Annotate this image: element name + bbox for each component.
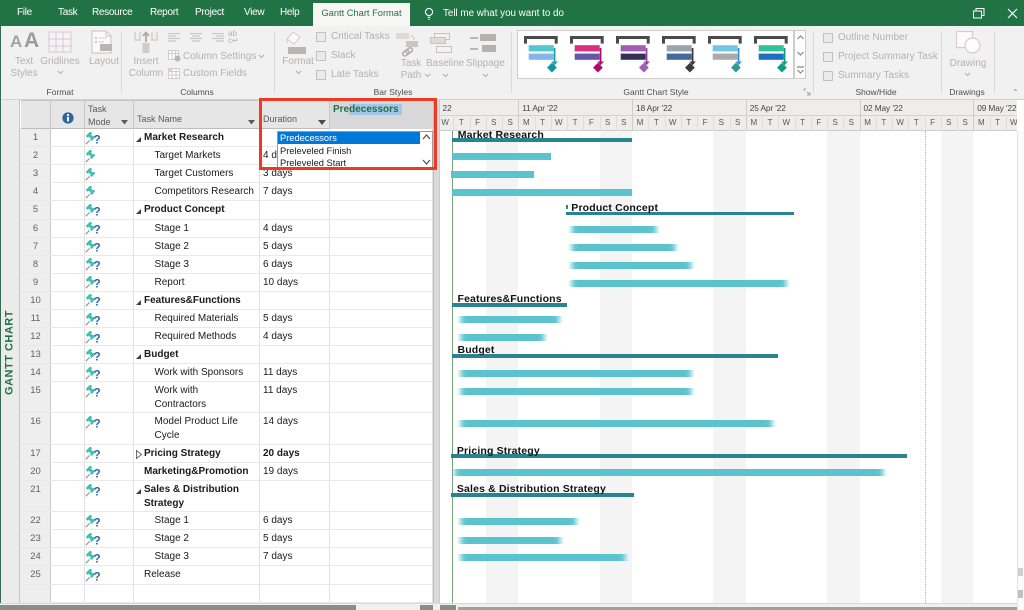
svg-text:?: ? <box>94 225 100 235</box>
svg-text:?: ? <box>94 261 100 271</box>
svg-text:?: ? <box>94 450 100 460</box>
svg-text:?: ? <box>94 571 100 581</box>
svg-text:?: ? <box>94 468 100 478</box>
svg-text:?: ? <box>94 553 100 563</box>
svg-text:?: ? <box>94 369 100 379</box>
svg-text:?: ? <box>94 333 100 343</box>
svg-text:?: ? <box>94 535 100 545</box>
svg-text:?: ? <box>94 517 100 527</box>
svg-text:?: ? <box>94 315 100 325</box>
svg-text:?: ? <box>94 418 100 428</box>
svg-text:?: ? <box>94 243 100 253</box>
svg-text:?: ? <box>94 134 100 144</box>
svg-text:?: ? <box>94 486 100 496</box>
svg-text:?: ? <box>94 279 100 289</box>
svg-text:?: ? <box>94 387 100 397</box>
svg-text:A: A <box>10 32 22 49</box>
svg-text:?: ? <box>94 297 100 307</box>
svg-text:?: ? <box>94 206 100 216</box>
svg-text:A: A <box>24 29 39 49</box>
svg-text:?: ? <box>94 351 100 361</box>
